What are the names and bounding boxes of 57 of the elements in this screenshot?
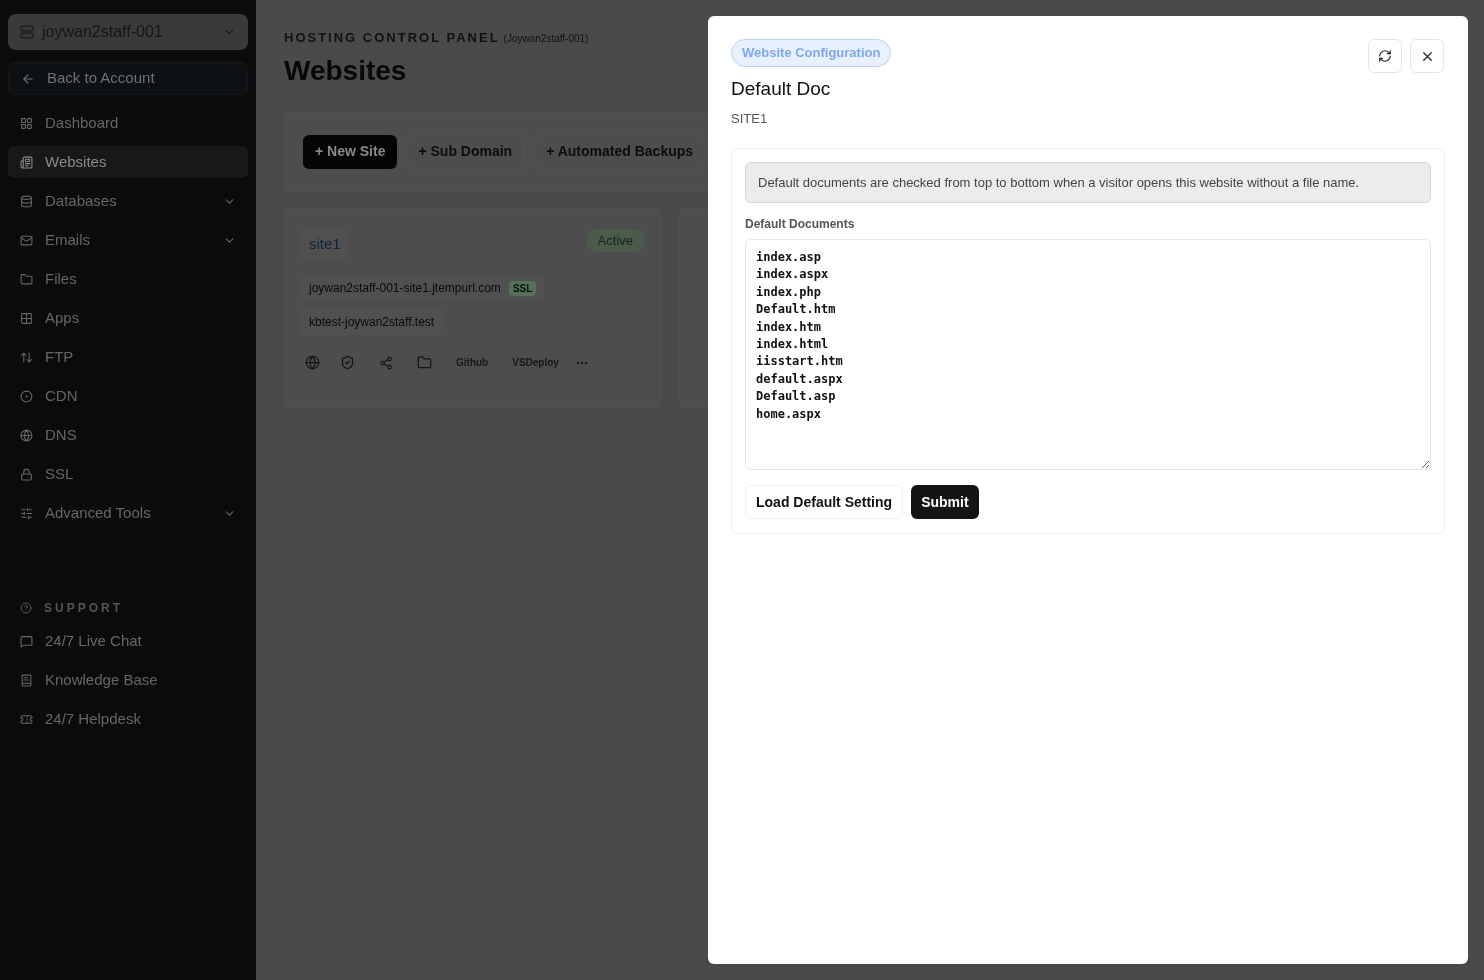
- shield-check-icon[interactable]: [340, 355, 355, 370]
- globe-icon[interactable]: [305, 355, 320, 370]
- refresh-button[interactable]: [1368, 39, 1402, 73]
- sidebar-item[interactable]: CDN: [8, 380, 248, 412]
- sidebar-item[interactable]: Databases: [8, 185, 248, 217]
- mail-icon: [20, 233, 33, 247]
- sidebar-item[interactable]: Files: [8, 263, 248, 295]
- sidebar-item[interactable]: Emails: [8, 224, 248, 256]
- folder-icon: [20, 272, 33, 286]
- submit-button[interactable]: Submit: [911, 485, 979, 519]
- chat-icon: [20, 634, 33, 648]
- info-note: Default documents are checked from top to bottom when a visitor opens this website without a file name.: [745, 161, 1431, 203]
- page-eyebrow: HOSTING CONTROL PANEL: [284, 29, 500, 47]
- modal-title: Default Doc: [731, 76, 831, 101]
- page-title: Websites: [284, 53, 407, 88]
- globe-icon: [20, 428, 33, 442]
- sidebar-item[interactable]: DNS: [8, 419, 248, 451]
- sidebar-item[interactable]: Knowledge Base: [8, 664, 248, 696]
- database-icon: [20, 194, 33, 208]
- back-link[interactable]: Back to Account: [8, 62, 248, 95]
- section-tag: Website Configuration: [731, 39, 892, 67]
- field-label: Default Documents: [745, 216, 856, 233]
- sidebar-item[interactable]: 24/7 Helpdesk: [8, 703, 248, 735]
- arrows-icon: [20, 350, 33, 364]
- circle-icon: [20, 389, 33, 403]
- modal-subtitle: SITE1: [731, 110, 768, 128]
- server-icon: [20, 25, 34, 39]
- folder-icon[interactable]: [417, 355, 432, 370]
- toolbar-button[interactable]: + Automated Backups: [533, 134, 707, 169]
- sliders-icon: [20, 506, 33, 520]
- lock-icon: [20, 467, 33, 481]
- ssl-badge: SSL: [508, 280, 537, 296]
- ticket-icon: [20, 712, 33, 726]
- book-icon: [20, 673, 33, 687]
- load-default-button[interactable]: Load Default Setting: [745, 485, 904, 519]
- documents-field[interactable]: index.asp index.aspx index.php Default.htm index.htm index.html iisstart.htm default.aspx Default.asp home.aspx: [745, 239, 1431, 470]
- sidebar-item[interactable]: 24/7 Live Chat: [8, 625, 248, 657]
- sidebar-item[interactable]: SSL: [8, 458, 248, 490]
- domain-text: joywan2staff-001-site1.jtempurl.com: [309, 280, 501, 297]
- help-icon: [20, 602, 32, 614]
- new-site-button[interactable]: + New Site: [303, 134, 398, 169]
- close-button[interactable]: [1410, 39, 1444, 73]
- grid-icon: [20, 116, 33, 130]
- section-heading: SUPPORT: [44, 600, 123, 617]
- sidebar-item[interactable]: Advanced Tools: [8, 497, 248, 529]
- sidebar-item[interactable]: FTP: [8, 341, 248, 373]
- network-icon[interactable]: [379, 355, 393, 370]
- account-label: (Joywan2staff-001): [503, 32, 589, 46]
- grid-icon: [20, 311, 33, 325]
- toolbar-button[interactable]: + Sub Domain: [405, 134, 526, 169]
- sidebar-item[interactable]: Websites: [8, 146, 248, 178]
- refresh-icon: [1378, 49, 1392, 63]
- status-badge: Active: [585, 228, 645, 252]
- sidebar-item[interactable]: Dashboard: [8, 107, 248, 139]
- domain-text: kbtest-joywan2staff.test: [309, 314, 435, 331]
- sidebar-item[interactable]: Apps: [8, 302, 248, 334]
- list-icon: [20, 155, 33, 169]
